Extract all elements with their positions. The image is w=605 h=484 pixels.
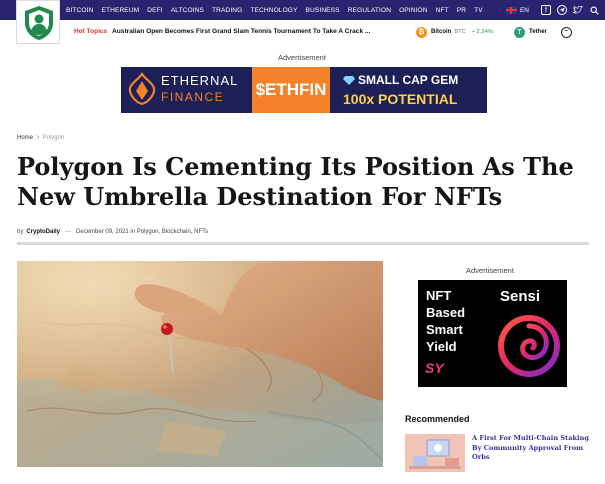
author-link[interactable]: CryptoDaily: [26, 229, 60, 235]
ad-tagline-2: 100x POTENTIAL: [343, 91, 458, 107]
nav-right-group: EN f: [505, 0, 599, 20]
breadcrumb: Home > Polygon: [17, 135, 64, 141]
menu-item-altcoins[interactable]: ALTCOINS: [171, 7, 204, 14]
sensi-swirl-logo-icon: [498, 315, 560, 377]
menu-item-regulation[interactable]: REGULATION: [348, 7, 391, 14]
menu-item-nft[interactable]: NFT: [436, 7, 449, 14]
menu-item-trading[interactable]: TRADING: [212, 7, 242, 14]
ticker-bitcoin-change: + 2.24%: [471, 29, 493, 35]
hot-topics-bar: Hot Topics Australian Open Becomes First…: [0, 20, 605, 44]
sensi-brand-name: Sensi: [500, 288, 541, 305]
byline-dash: —: [65, 229, 72, 235]
breadcrumb-home[interactable]: Home: [17, 135, 33, 141]
recommended-article-link[interactable]: A First For Multi-Chain Staking By Commu…: [472, 434, 590, 463]
sy-badge: SY: [425, 360, 444, 376]
article-categories[interactable]: Polygon, Blockchain, NFTs: [137, 229, 208, 235]
menu-item-pr[interactable]: PR: [457, 7, 466, 14]
ad-token-badge: $ETHFIN: [252, 67, 330, 113]
advertisement-label: Advertisement: [278, 53, 326, 62]
ticker-bitcoin-symbol: BTC: [454, 29, 466, 35]
facebook-icon[interactable]: f: [541, 5, 551, 15]
recommended-thumbnail[interactable]: [405, 434, 465, 472]
menu-item-ethereum[interactable]: ETHEREUM: [101, 7, 139, 14]
ad-line-4: Yield: [426, 339, 457, 354]
price-ticker: ₿ Bitcoin BTC + 2.24% T Tether ~: [416, 25, 572, 39]
byline-in: in: [130, 229, 136, 235]
ticker-bitcoin-name[interactable]: Bitcoin: [431, 29, 451, 35]
ad-line-3: Smart: [426, 322, 463, 337]
byline-by: by: [17, 229, 24, 235]
ticker-tether-name[interactable]: Tether: [529, 29, 547, 35]
article-byline: by CryptoDaily — December 09, 2021 in Polyg…: [17, 229, 208, 235]
menu-item-opinion[interactable]: OPINION: [399, 7, 428, 14]
bitcoin-icon: ₿: [416, 26, 427, 38]
ad-line-1: NFT: [426, 288, 452, 303]
sensi-sidebar-ad[interactable]: NFT Based Smart Yield SY Sensi: [418, 280, 567, 387]
article-title: Polygon Is Cementing Its Position As The…: [17, 152, 574, 211]
breadcrumb-separator: >: [36, 135, 40, 141]
uk-flag-icon[interactable]: [505, 6, 517, 14]
menu-item-tv[interactable]: TV: [474, 7, 483, 14]
menu-item-defi[interactable]: DEFI: [147, 7, 162, 14]
tether-icon: T: [513, 26, 525, 38]
menu-item-bitcoin[interactable]: BITCOIN: [66, 7, 93, 14]
ethernal-logo-icon: [128, 72, 156, 106]
language-selector[interactable]: EN: [520, 7, 529, 14]
telegram-icon[interactable]: [557, 5, 567, 15]
ad-tagline-1: SMALL CAP GEM: [343, 73, 458, 87]
gem-icon: [343, 76, 355, 85]
ad-line-2: Based: [426, 305, 466, 320]
article-date: December 09, 2021: [76, 229, 129, 235]
menu-item-business[interactable]: BUSINESS: [306, 7, 340, 14]
search-icon[interactable]: [589, 5, 599, 15]
coin-logo-icon: ~: [560, 26, 572, 38]
hot-topics-label: Hot Topics: [74, 28, 108, 35]
sidebar-advertisement-label: Advertisement: [466, 266, 514, 275]
menu-item-technology[interactable]: TECHNOLOGY: [250, 7, 297, 14]
ad-brand-name: ETHERNAL: [161, 73, 239, 88]
recommended-heading: Recommended: [405, 414, 470, 424]
top-navigation-bar: BITCOIN ETHEREUM DEFI ALTCOINS TRADING T…: [0, 0, 605, 20]
main-menu: BITCOIN ETHEREUM DEFI ALTCOINS TRADING T…: [66, 0, 491, 20]
twitter-icon[interactable]: [573, 5, 583, 15]
article-hero-image: [17, 261, 383, 467]
ad-brand-sub: FINANCE: [161, 90, 225, 104]
hot-topic-headline-link[interactable]: Australian Open Becomes First Grand Slam…: [112, 28, 370, 35]
ethernal-finance-banner-ad[interactable]: ETHERNAL FINANCE $ETHFIN SMALL CAP GEM 1…: [121, 67, 487, 113]
header-divider: [17, 242, 589, 245]
breadcrumb-current[interactable]: Polygon: [43, 135, 65, 141]
